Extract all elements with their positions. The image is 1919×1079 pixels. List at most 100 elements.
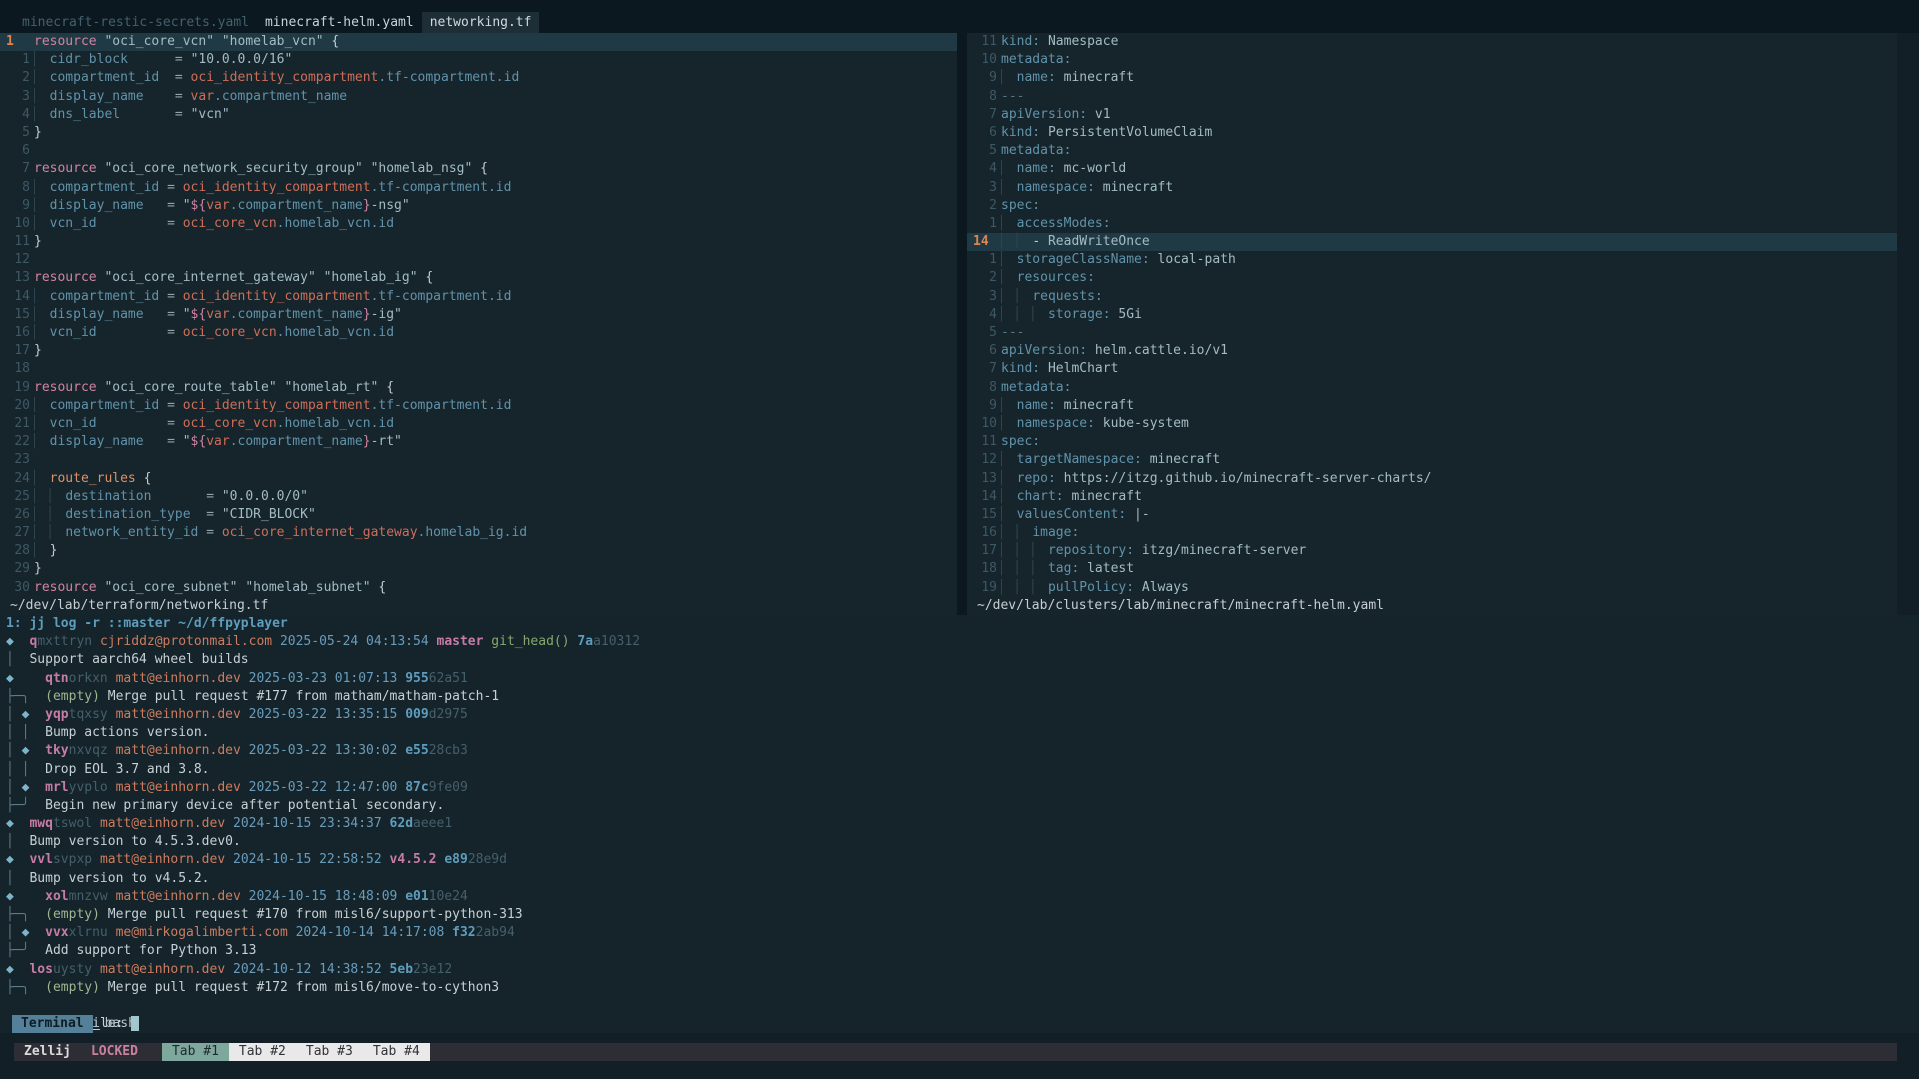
text-segment: resource xyxy=(34,270,97,285)
text-segment: │ xyxy=(6,834,14,849)
text-segment: chart: xyxy=(1017,489,1064,504)
line-number: 18 xyxy=(967,560,1001,578)
text-segment: "homelab_subnet" xyxy=(245,580,370,595)
text-segment xyxy=(42,489,50,504)
line-number: 8 xyxy=(967,379,1001,397)
mode-chip-terminal[interactable]: Terminal xyxy=(12,1015,93,1033)
text-segment: ▏ xyxy=(1001,398,1009,413)
terminal-prompt-line[interactable]: log file: xyxy=(6,997,1919,1015)
buffer-tab-minecraft-helm[interactable]: minecraft-helm.yaml xyxy=(257,12,422,33)
text-segment xyxy=(29,925,45,940)
code-line: 15▏ display_name = "${var.compartment_na… xyxy=(0,306,957,324)
text-segment: ▏ xyxy=(1001,307,1009,322)
code-line: 1▏ cidr_block = "10.0.0.0/16" xyxy=(0,51,957,69)
terminal-pane[interactable]: 1: jj log -r ::master ~/d/ffpyplayer ◆ q… xyxy=(0,615,1919,1033)
text-segment: minecraft xyxy=(1056,398,1134,413)
buffer-tab-networking-tf[interactable]: networking.tf xyxy=(422,12,540,33)
text-segment: Support aarch64 wheel builds xyxy=(29,652,248,667)
line-number: 12 xyxy=(0,251,34,269)
line-number: 16 xyxy=(967,524,1001,542)
code-text: } xyxy=(34,560,42,578)
text-segment xyxy=(241,707,249,722)
text-segment: .compartment_name xyxy=(230,434,363,449)
text-segment xyxy=(1009,398,1017,413)
editor-pane-networking-tf[interactable]: 1resource "oci_core_vcn" "homelab_vcn" {… xyxy=(0,33,957,615)
text-segment: dns_label xyxy=(50,107,120,122)
text-segment xyxy=(1009,307,1017,322)
zellij-tab-3[interactable]: Tab #3 xyxy=(296,1043,363,1061)
text-segment: │ xyxy=(6,925,22,940)
log-line: ◆ mwqtswol matt@einhorn.dev 2024-10-15 2… xyxy=(6,815,1919,833)
text-segment: 28cb3 xyxy=(429,743,468,758)
text-segment: var xyxy=(206,198,229,213)
text-segment: minecraft xyxy=(1095,180,1173,195)
line-number: 6 xyxy=(967,124,1001,142)
text-segment: 2ab94 xyxy=(476,925,515,940)
text-segment xyxy=(29,743,45,758)
text-segment: ▏ xyxy=(1001,525,1009,540)
line-number: 2 xyxy=(0,69,34,87)
line-number: 17 xyxy=(0,342,34,360)
log-line: ◆ xolmnzvw matt@einhorn.dev 2024-10-15 1… xyxy=(6,888,1919,906)
code-area-terraform[interactable]: 1resource "oci_core_vcn" "homelab_vcn" {… xyxy=(0,33,957,597)
code-text: ▏ repo: https://itzg.github.io/minecraft… xyxy=(1001,470,1431,488)
text-segment: } xyxy=(363,198,371,213)
code-area-yaml[interactable]: 11kind: Namespace10metadata:9▏ name: min… xyxy=(967,33,1897,597)
line-number: 1 xyxy=(0,33,34,51)
text-segment: ├─╮ xyxy=(6,980,29,995)
zellij-tab-2[interactable]: Tab #2 xyxy=(229,1043,296,1061)
text-segment xyxy=(159,180,167,195)
text-segment: = xyxy=(175,52,183,67)
text-segment xyxy=(42,180,50,195)
text-segment: = xyxy=(167,307,175,322)
line-number: 15 xyxy=(967,506,1001,524)
code-line: 10metadata: xyxy=(967,51,1897,69)
text-segment xyxy=(1009,234,1017,249)
text-segment xyxy=(175,398,183,413)
text-segment: storage: xyxy=(1048,307,1111,322)
text-segment xyxy=(382,816,390,831)
text-segment: ▏ xyxy=(1001,561,1009,576)
zellij-tab-1[interactable]: Tab #1 xyxy=(162,1043,229,1061)
text-segment xyxy=(241,743,249,758)
log-line: │ │ Drop EOL 3.7 and 3.8. xyxy=(6,761,1919,779)
buffer-tab-minecraft-restic-secrets[interactable]: minecraft-restic-secrets.yaml xyxy=(14,12,257,33)
text-segment: apiVersion: xyxy=(1001,107,1087,122)
text-segment: destination xyxy=(65,489,151,504)
code-line: 12▏ targetNamespace: minecraft xyxy=(967,451,1897,469)
code-line: 3▏ ▏ requests: xyxy=(967,288,1897,306)
text-segment: ${ xyxy=(191,434,207,449)
text-segment: 62a51 xyxy=(429,671,468,686)
code-line: 6 xyxy=(0,142,957,160)
pane-divider[interactable] xyxy=(957,33,967,615)
text-segment xyxy=(14,871,30,886)
text-segment: │ xyxy=(6,652,14,667)
text-segment: https://itzg.github.io/minecraft-server-… xyxy=(1056,471,1432,486)
log-line: ◆ qmxttryn cjriddz@protonmail.com 2025-0… xyxy=(6,633,1919,651)
text-segment: 2025-05-24 04:13:54 xyxy=(280,634,429,649)
line-number: 16 xyxy=(0,324,34,342)
text-segment: matt@einhorn.dev xyxy=(116,743,241,758)
zellij-tab-4[interactable]: Tab #4 xyxy=(363,1043,430,1061)
text-segment: display_name xyxy=(50,89,144,104)
text-segment: matt@einhorn.dev xyxy=(116,780,241,795)
text-segment xyxy=(183,107,191,122)
text-segment xyxy=(159,398,167,413)
text-segment: ReadWriteOnce xyxy=(1040,234,1150,249)
editor-pane-minecraft-helm[interactable]: 11kind: Namespace10metadata:9▏ name: min… xyxy=(967,33,1897,615)
text-segment: ▏ xyxy=(1001,507,1009,522)
text-segment: │ xyxy=(6,871,14,886)
text-segment xyxy=(1009,507,1017,522)
text-segment: ▏ xyxy=(1001,161,1009,176)
code-line: 13▏ repo: https://itzg.github.io/minecra… xyxy=(967,470,1897,488)
text-segment xyxy=(272,634,280,649)
text-segment: ▏ xyxy=(34,543,42,558)
text-segment: ▏ xyxy=(1001,270,1009,285)
code-text: ▏ compartment_id = oci_identity_compartm… xyxy=(34,179,511,197)
text-segment: ▏ xyxy=(34,471,42,486)
code-line: 7apiVersion: v1 xyxy=(967,106,1897,124)
text-segment xyxy=(42,507,50,522)
text-segment: mwq xyxy=(29,816,52,831)
code-text: ▏ name: minecraft xyxy=(1001,69,1134,87)
text-segment: tqxsy xyxy=(69,707,108,722)
